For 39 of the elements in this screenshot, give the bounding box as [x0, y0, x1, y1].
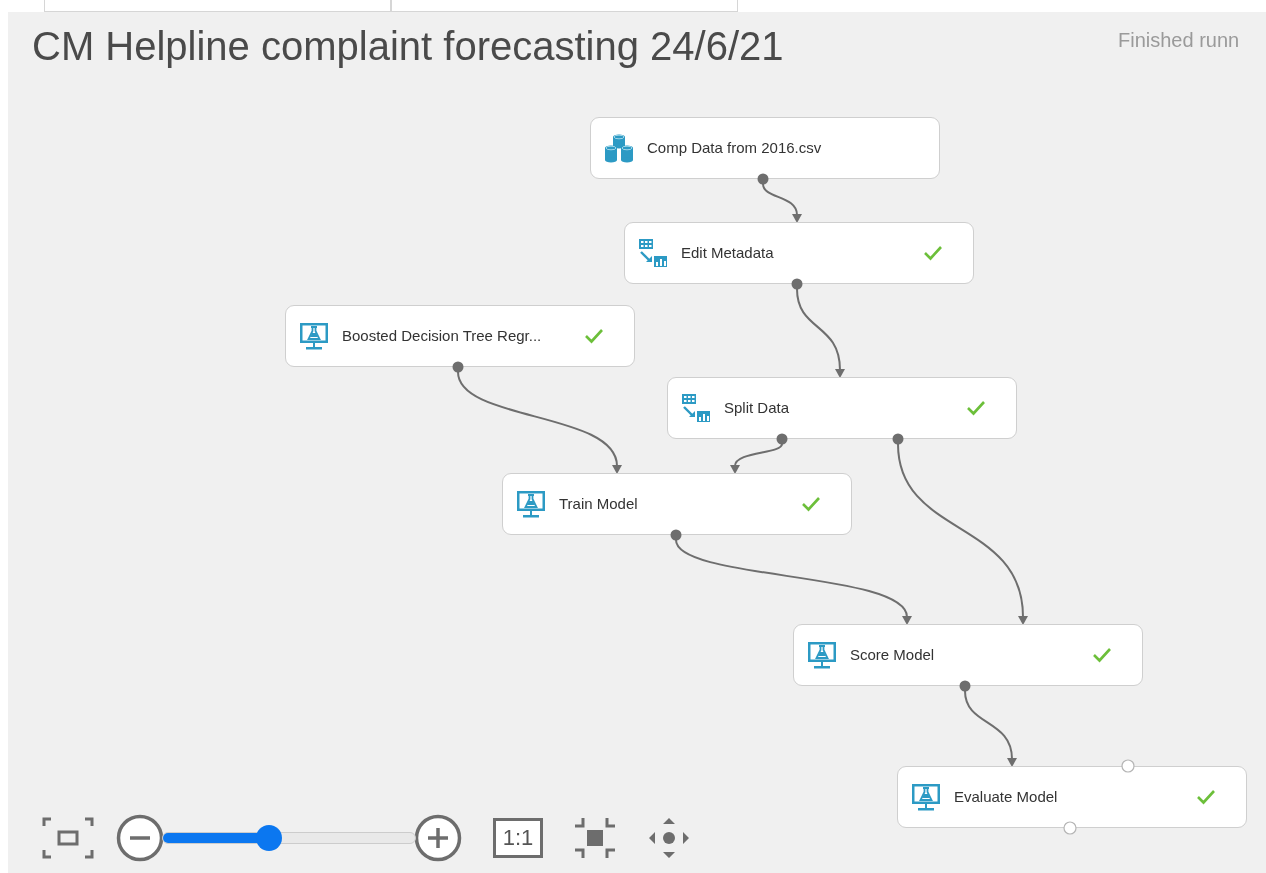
- port-dot[interactable]: [757, 173, 769, 185]
- monitor-flask-icon: [806, 639, 838, 671]
- actual-size-button[interactable]: 1:1: [493, 818, 543, 858]
- experiment-title: CM Helpline complaint forecasting 24/6/21: [32, 26, 784, 66]
- port-dot[interactable]: [670, 529, 682, 541]
- port-dot[interactable]: [452, 361, 464, 373]
- module-label: Train Model: [559, 493, 638, 514]
- module-node[interactable]: Split Data: [667, 377, 1017, 439]
- port-dot[interactable]: [959, 680, 971, 692]
- module-node[interactable]: Boosted Decision Tree Regr...: [285, 305, 635, 367]
- module-node[interactable]: Evaluate Model: [897, 766, 1247, 828]
- port-dot[interactable]: [892, 433, 904, 445]
- module-node[interactable]: Score Model: [793, 624, 1143, 686]
- zoom-in-button[interactable]: [414, 814, 462, 862]
- pan-button[interactable]: [647, 816, 691, 860]
- port-dot[interactable]: [776, 433, 788, 445]
- module-label: Split Data: [724, 397, 790, 418]
- monitor-flask-icon: [298, 320, 330, 352]
- module-node[interactable]: Train Model: [502, 473, 852, 535]
- zoom-slider[interactable]: [162, 825, 416, 851]
- port-dot[interactable]: [791, 278, 803, 290]
- connector-arrow: [730, 443, 783, 474]
- zoom-out-button[interactable]: [116, 814, 164, 862]
- database-icon: [603, 132, 635, 164]
- module-node[interactable]: Comp Data from 2016.csv: [590, 117, 940, 179]
- module-label: Score Model: [850, 644, 935, 665]
- table-chart-icon: [637, 237, 669, 269]
- module-label: Comp Data from 2016.csv: [647, 137, 822, 158]
- connector-arrow: [762, 183, 802, 223]
- module-node[interactable]: Edit Metadata: [624, 222, 974, 284]
- monitor-flask-icon: [515, 488, 547, 520]
- run-status: Finished runn: [1118, 28, 1240, 53]
- table-chart-icon: [680, 392, 712, 424]
- module-label: Boosted Decision Tree Regr...: [342, 325, 542, 346]
- module-label: Edit Metadata: [681, 242, 774, 263]
- fit-screen-button[interactable]: [42, 817, 94, 859]
- monitor-flask-icon: [910, 781, 942, 813]
- center-button[interactable]: [573, 816, 617, 860]
- module-label: Evaluate Model: [954, 786, 1058, 807]
